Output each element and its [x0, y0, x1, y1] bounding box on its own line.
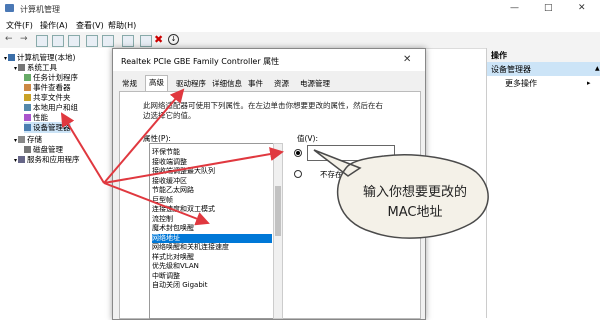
chevron-right-icon[interactable]: ▸: [587, 79, 591, 87]
tree-item-label: 本地用户和组: [33, 103, 78, 112]
properties-icon[interactable]: [52, 35, 64, 47]
dialog-close-icon[interactable]: ✕: [403, 54, 411, 65]
tree-item-label: 任务计划程序: [33, 73, 78, 82]
value-label: 值(V):: [297, 134, 319, 143]
uninstall-icon[interactable]: ✖: [154, 33, 163, 46]
clock-icon: [24, 74, 31, 81]
tree-item-label: 存储: [27, 135, 43, 144]
property-list-item[interactable]: 样式比对唤醒: [152, 253, 272, 262]
dialog-tab[interactable]: 详细信息: [209, 77, 245, 90]
forward-icon[interactable]: →: [20, 34, 28, 44]
dialog-titlebar: Realtek PCIe GBE Family Controller 属性 ✕: [113, 49, 425, 71]
actions-panel: 操作 设备管理器 ▲ 更多操作 ▸: [486, 48, 600, 318]
menu-view[interactable]: 查看(V): [76, 20, 104, 31]
tree-item-label: 磁盘管理: [33, 145, 63, 154]
dialog-tab[interactable]: 事件: [245, 77, 266, 90]
expand-icon[interactable]: ▾: [14, 137, 17, 144]
window-titlebar: 计算机管理 — □ ✕: [0, 0, 600, 18]
services-icon: [18, 156, 26, 163]
scan-hardware-icon[interactable]: ↓: [168, 34, 179, 45]
tree-item-label: 性能: [33, 113, 48, 122]
dialog-tab[interactable]: 高级: [145, 75, 168, 92]
close-icon[interactable]: ✕: [578, 3, 586, 13]
not-present-radio[interactable]: [294, 170, 302, 178]
tree-item-label: 共享文件夹: [33, 93, 71, 102]
disk-icon: [24, 146, 31, 153]
refresh-icon[interactable]: [68, 35, 80, 47]
property-listbox[interactable]: 环保节能 接收端调整 接收端调整最大队列 接收缓冲区 节能乙太网路 巨型帧 连接速度和双工模…: [149, 143, 275, 319]
performance-icon: [24, 114, 31, 121]
menu-help[interactable]: 帮助(H): [108, 20, 136, 31]
property-list-item[interactable]: 节能乙太网路: [152, 186, 272, 195]
computer-management-icon: [5, 4, 14, 12]
property-list-item[interactable]: 中断调整: [152, 272, 272, 281]
scrollbar-thumb[interactable]: [275, 186, 281, 236]
maximize-icon[interactable]: □: [544, 3, 553, 13]
help-icon[interactable]: [86, 35, 98, 47]
minimize-icon[interactable]: —: [510, 3, 519, 13]
event-icon: [24, 84, 31, 91]
computer-icon: [8, 54, 16, 61]
collapse-icon[interactable]: ▲: [595, 65, 600, 72]
not-present-label: 不存在(N): [320, 170, 354, 179]
device-manager-icon: [24, 124, 31, 131]
property-list-item[interactable]: 魔术封包唤醒: [152, 224, 272, 233]
property-list-item[interactable]: 接收端调整: [152, 158, 272, 167]
monitor-icon[interactable]: [122, 35, 134, 47]
tree-item-label: 设备管理器: [33, 123, 71, 132]
advanced-description: 此网络适配器可使用下列属性。在左边单击你想要更改的属性，然后在右边选择它的值。: [143, 101, 383, 120]
tree-item-label: 服务和应用程序: [27, 155, 80, 164]
folder-icon: [24, 94, 31, 101]
property-list-item[interactable]: 巨型帧: [152, 196, 272, 205]
dialog-tab[interactable]: 常规: [119, 77, 140, 90]
dialog-tab[interactable]: 资源: [271, 77, 292, 90]
actions-selected-item[interactable]: 设备管理器: [487, 62, 600, 76]
property-list-item[interactable]: 连接速度和双工模式: [152, 205, 272, 214]
expand-icon[interactable]: ▾: [14, 157, 17, 164]
menu-action[interactable]: 操作(A): [40, 20, 68, 31]
property-list-item[interactable]: 网络地址: [152, 233, 272, 243]
tree-item[interactable]: 设备管理器: [24, 122, 71, 133]
property-list-item[interactable]: 网络唤醒和关机连接速度: [152, 243, 272, 252]
actions-header: 操作: [487, 48, 600, 62]
show-hide-tree-icon[interactable]: [36, 35, 48, 47]
menu-file[interactable]: 文件(F): [6, 20, 33, 31]
tree-item-label: 事件查看器: [33, 83, 71, 92]
property-list-item[interactable]: 优先级和VLAN: [152, 262, 272, 271]
property-list-item[interactable]: 环保节能: [152, 148, 272, 157]
storage-icon: [18, 136, 26, 143]
property-list-item[interactable]: 自动关闭 Gigabit: [152, 281, 272, 290]
tree-item-label: 计算机管理(本地): [17, 53, 76, 62]
menu-bar: 文件(F) 操作(A) 查看(V) 帮助(H): [0, 18, 600, 32]
dialog-tabs: 常规 高级 驱动程序 详细信息 事件 资源 电源管理: [113, 75, 425, 92]
tools-icon: [18, 64, 26, 71]
property-list-item[interactable]: 流控制: [152, 215, 272, 224]
export-icon[interactable]: [102, 35, 114, 47]
value-radio[interactable]: [294, 149, 302, 157]
dialog-tab[interactable]: 电源管理: [297, 77, 333, 90]
back-icon[interactable]: ←: [5, 34, 13, 44]
users-icon: [24, 104, 31, 111]
callout-text: 输入你想要更改的MAC地址: [362, 185, 467, 220]
tree-item[interactable]: ▾ 服务和应用程序: [14, 154, 80, 165]
tree-item-label: 系统工具: [27, 63, 58, 72]
dialog-title: Realtek PCIe GBE Family Controller 属性: [121, 57, 280, 66]
more-actions-link[interactable]: 更多操作: [505, 78, 537, 89]
value-input[interactable]: [307, 145, 395, 161]
update-driver-icon[interactable]: [140, 35, 152, 47]
property-list-item[interactable]: 接收缓冲区: [152, 177, 272, 186]
expand-icon[interactable]: ▾: [4, 55, 7, 62]
window-title: 计算机管理: [20, 5, 60, 14]
property-list-item[interactable]: 接收端调整最大队列: [152, 167, 272, 176]
dialog-tab[interactable]: 驱动程序: [173, 77, 209, 90]
property-scrollbar[interactable]: [273, 143, 283, 319]
toolbar: ← → ✖ ↓: [0, 32, 600, 49]
expand-icon[interactable]: ▾: [14, 65, 17, 72]
